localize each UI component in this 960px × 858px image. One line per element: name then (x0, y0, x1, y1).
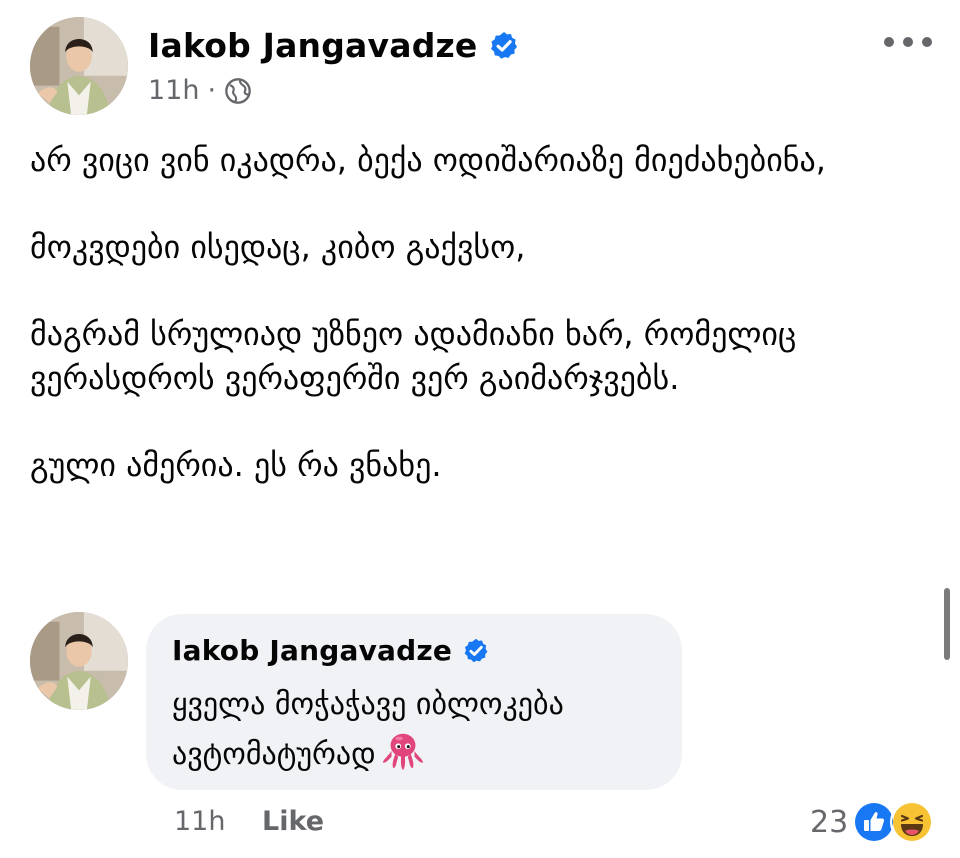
scrollbar-thumb[interactable] (944, 588, 950, 660)
comment-text: ყველა მოჭაჭავე იბლოკება ავტომატურად (172, 682, 672, 778)
more-options-icon[interactable] (884, 24, 932, 60)
meta-separator: · (207, 75, 217, 106)
comment-author-header: Iakob Jangavadze (172, 634, 490, 667)
post-body: არ ვიცი ვინ იკადრა, ბექა ოდიშარიაზე მიეძ… (30, 138, 930, 487)
verified-badge-icon (462, 637, 490, 665)
comment-author-avatar[interactable] (30, 612, 128, 710)
verified-badge-icon (488, 30, 520, 62)
post-timestamp[interactable]: 11h (148, 75, 199, 106)
post-author-avatar[interactable] (30, 17, 128, 115)
comment-timestamp[interactable]: 11h (174, 806, 225, 837)
more-dot (884, 37, 894, 47)
haha-reaction-icon (890, 800, 935, 844)
reaction-count: 23 (810, 804, 849, 840)
comment-author-name[interactable]: Iakob Jangavadze (172, 634, 452, 667)
post-meta: 11h · (148, 75, 252, 106)
reaction-summary[interactable]: 23 (810, 800, 935, 844)
post-paragraph: მოკვდები ისედაც, კიბო გაქვსო, (30, 228, 526, 266)
comment-like-button[interactable]: Like (262, 806, 324, 837)
octopus-emoji-icon (380, 728, 426, 774)
post-paragraph: მაგრამ სრულიად უზნეო ადამიანი ხარ, რომელ… (30, 315, 797, 397)
post-author-header: Iakob Jangavadze (148, 26, 520, 65)
post-paragraph: არ ვიცი ვინ იკადრა, ბექა ოდიშარიაზე მიეძ… (30, 141, 826, 179)
comment-text-content: ყველა მოჭაჭავე იბლოკება ავტომატურად (172, 687, 564, 772)
post-author-name[interactable]: Iakob Jangavadze (148, 26, 478, 65)
globe-icon (224, 77, 252, 105)
more-dot (922, 37, 932, 47)
more-dot (903, 37, 913, 47)
post-paragraph: გული ამერია. ეს რა ვნახე. (30, 446, 442, 484)
